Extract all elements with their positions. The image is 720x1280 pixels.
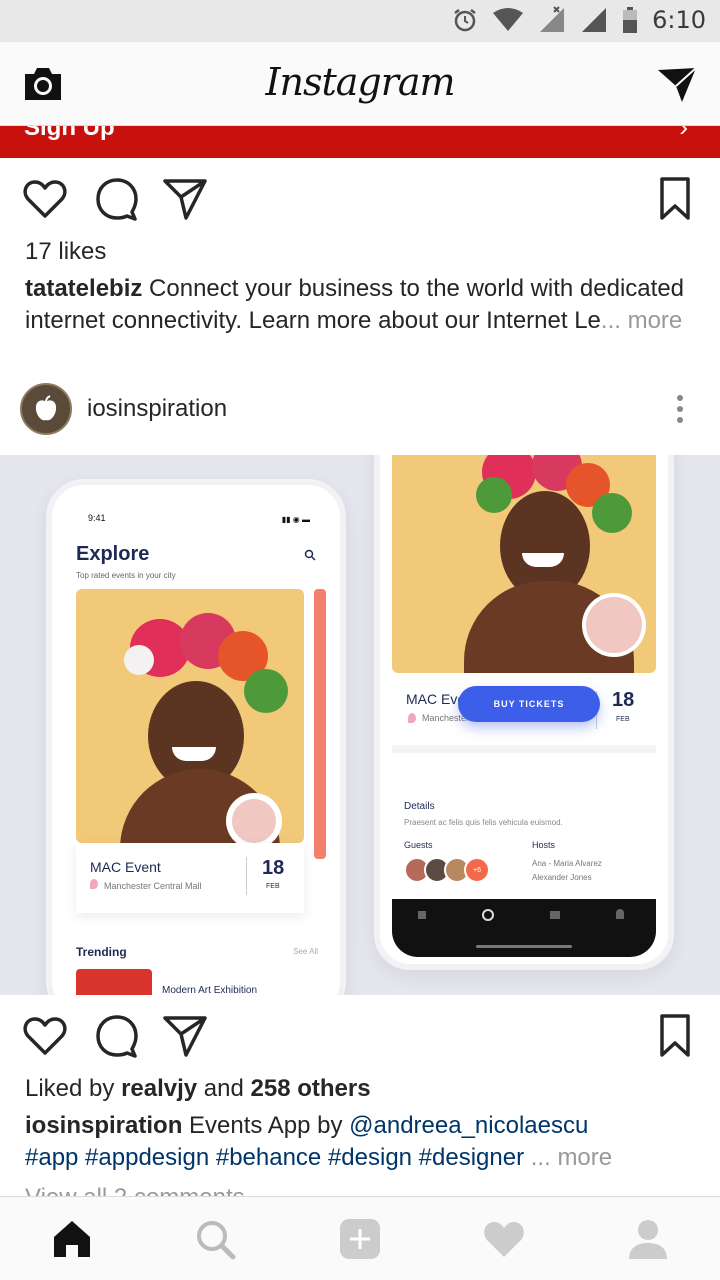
caption-ellipsis: ...	[524, 1144, 558, 1171]
mockup-event-card: MAC Event Manchester Central Mall 18 FEB	[76, 843, 304, 913]
liked-by-others[interactable]: 258 others	[251, 1075, 371, 1102]
post-caption: iosinspiration Events App by @andreea_ni…	[25, 1110, 697, 1174]
mockup-trending-heading: Trending	[76, 945, 127, 959]
cellular-nodata-icon	[540, 6, 565, 32]
more-options-icon[interactable]	[676, 394, 684, 424]
mockup-status-icons: ▮▮ ◉ ▬	[281, 515, 310, 524]
chevron-right-icon: ›	[679, 126, 688, 142]
mockup-hosts-label: Hosts	[532, 840, 556, 850]
mockup-trending-thumb	[76, 969, 152, 995]
liked-by-middle: and	[197, 1075, 251, 1102]
comment-icon[interactable]	[94, 1013, 140, 1059]
post-caption: tatatelebiz Connect your business to the…	[25, 273, 697, 337]
wifi-icon	[493, 8, 524, 31]
mockup-search-icon	[304, 549, 316, 561]
caption-mention-link[interactable]: @andreea_nicolaescu	[349, 1112, 588, 1139]
mockup-guests-label: Guests	[404, 840, 433, 850]
caption-text: Events App by	[182, 1112, 350, 1139]
status-bar: 6:10	[0, 0, 720, 42]
instagram-logo: Instagram	[265, 60, 455, 104]
mockup-tabbar	[392, 899, 656, 957]
caption-username[interactable]: tatatelebiz	[25, 275, 142, 302]
caption-username[interactable]: iosinspiration	[25, 1112, 182, 1139]
mockup-trending-item: Modern Art Exhibition	[162, 985, 258, 995]
bookmark-icon[interactable]	[652, 1013, 698, 1059]
mockup-phone-event: MAC Event Manchester Central Mall 18 FEB…	[374, 455, 674, 970]
mockup-host-2: Alexander Jones	[532, 873, 592, 882]
mockup-details-label: Details	[404, 801, 435, 812]
post-username[interactable]: iosinspiration	[87, 395, 227, 423]
search-icon[interactable]	[193, 1217, 237, 1261]
mockup-guests-more: +6	[464, 857, 490, 883]
liked-by-user[interactable]: realvjy	[121, 1075, 197, 1102]
mockup-event-photo-large	[392, 455, 656, 673]
status-time: 6:10	[652, 6, 706, 34]
bottom-navigation	[0, 1196, 720, 1280]
share-icon[interactable]	[162, 1013, 208, 1059]
alarm-icon	[454, 9, 476, 32]
like-count[interactable]: 17 likes	[25, 238, 106, 266]
mockup-time: 9:41	[88, 513, 106, 523]
cellular-signal-icon	[582, 8, 607, 32]
sign-up-cta[interactable]: Sign Up ›	[0, 126, 720, 158]
apple-icon	[35, 395, 57, 421]
direct-message-icon[interactable]	[656, 64, 698, 106]
mockup-buy-tickets-button: BUY TICKETS	[458, 686, 600, 722]
mockup-explore-title: Explore	[76, 543, 150, 565]
profile-icon[interactable]	[626, 1217, 670, 1261]
mockup-details-text: Praesent ac felis quis felis vehicula eu…	[404, 818, 563, 827]
mockup-event-day-2: 18	[612, 689, 635, 711]
post-actions	[0, 176, 720, 236]
view-all-comments-label: View all 2 comments	[25, 1184, 245, 1196]
avatar[interactable]	[20, 383, 72, 435]
home-icon[interactable]	[50, 1217, 94, 1261]
sign-up-label: Sign Up	[24, 126, 115, 141]
add-post-icon[interactable]	[338, 1217, 382, 1261]
mockup-host-1: Ana - Maria Alvarez	[532, 859, 602, 868]
share-icon[interactable]	[162, 176, 208, 222]
mockup-event-day: 18	[262, 857, 285, 879]
liked-by-prefix: Liked by	[25, 1075, 122, 1102]
battery-icon	[623, 7, 638, 33]
post-header: iosinspiration	[0, 378, 720, 454]
mockup-see-all: See All	[293, 947, 318, 956]
more-link[interactable]: more	[557, 1144, 612, 1171]
bookmark-icon[interactable]	[652, 176, 698, 222]
mockup-pin-icon-2	[408, 713, 416, 723]
mockup-event-month: FEB	[266, 883, 280, 890]
mockup-event-photo	[76, 589, 304, 843]
mockup-pin-icon	[90, 879, 98, 889]
mockup-next-card	[314, 589, 326, 859]
more-link[interactable]: more	[628, 307, 683, 334]
mockup-phone-explore: 9:41 ▮▮ ◉ ▬ Explore Top rated events in …	[46, 479, 346, 995]
mockup-event-month-2: FEB	[616, 716, 630, 723]
like-heart-icon[interactable]	[22, 1013, 68, 1059]
mockup-explore-subtitle: Top rated events in your city	[76, 571, 176, 580]
liked-by[interactable]: Liked by realvjy and 258 others	[25, 1075, 371, 1103]
instagram-header: Instagram	[0, 42, 720, 126]
activity-heart-icon[interactable]	[482, 1217, 526, 1261]
mockup-event-location: Manchester Central Mall	[104, 881, 202, 891]
caption-hashtags[interactable]: #app #appdesign #behance #design #design…	[25, 1144, 524, 1171]
post-image[interactable]: 9:41 ▮▮ ◉ ▬ Explore Top rated events in …	[0, 455, 720, 995]
like-heart-icon[interactable]	[22, 176, 68, 222]
caption-ellipsis: ...	[600, 307, 628, 334]
post-actions	[0, 1013, 720, 1073]
mockup-event-name: MAC Event	[90, 859, 161, 875]
view-all-comments[interactable]: View all 2 comments	[25, 1182, 697, 1196]
comment-icon[interactable]	[94, 176, 140, 222]
